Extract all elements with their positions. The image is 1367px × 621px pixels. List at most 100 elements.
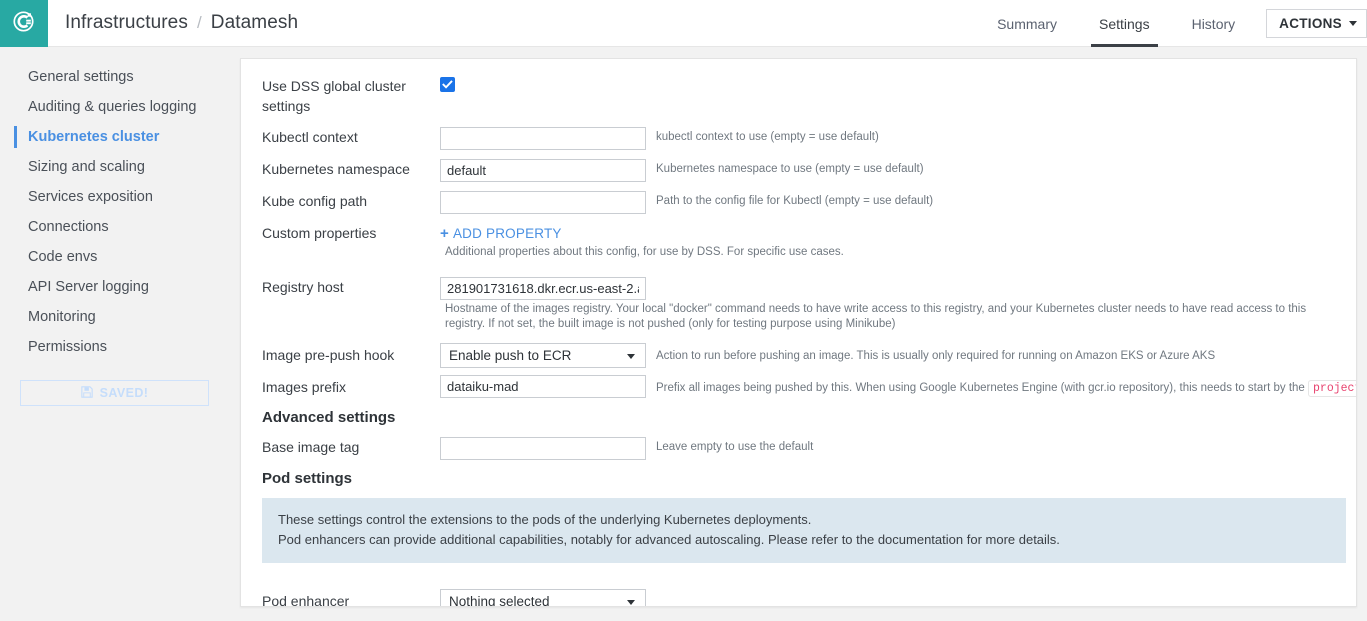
image-prepush-hook-value: Enable push to ECR [449, 348, 572, 363]
sidebar-item-sizing-and-scaling[interactable]: Sizing and scaling [0, 152, 229, 182]
chevron-down-icon [627, 353, 635, 359]
sidebar-item-kubernetes-cluster[interactable]: Kubernetes cluster [0, 122, 229, 152]
field-row-pod-enhancer: Pod enhancer Nothing selected [241, 589, 1356, 607]
use-global-settings-checkbox-wrap [440, 76, 455, 95]
sidebar-item-connections[interactable]: Connections [0, 212, 229, 242]
field-row-custom-properties: Custom properties + ADD PROPERTY [241, 223, 1356, 243]
chevron-down-icon [627, 599, 635, 605]
breadcrumb-separator: / [196, 13, 202, 32]
actions-button[interactable]: ACTIONS [1266, 8, 1367, 38]
base-image-tag-control [440, 437, 646, 460]
page-body: General settings Auditing & queries logg… [0, 47, 1367, 621]
registry-host-input[interactable] [440, 277, 646, 300]
breadcrumb-infrastructures[interactable]: Infrastructures [65, 12, 188, 34]
custom-properties-help: Additional properties about this config,… [445, 246, 844, 258]
images-prefix-label: Images prefix [262, 379, 347, 395]
kubernetes-namespace-control [440, 159, 646, 182]
pod-settings-heading: Pod settings [262, 470, 353, 487]
custom-properties-label: Custom properties [262, 225, 377, 241]
images-prefix-input[interactable] [440, 375, 646, 398]
kube-config-path-label: Kube config path [262, 193, 368, 209]
image-prepush-hook-label: Image pre-push hook [262, 347, 395, 363]
base-image-tag-help: Leave empty to use the default [656, 441, 814, 453]
tab-history[interactable]: History [1171, 0, 1257, 47]
top-header-bar: Infrastructures / Datamesh Summary Setti… [0, 0, 1367, 47]
pod-enhancer-control: Nothing selected [440, 589, 646, 607]
pod-enhancer-value: Nothing selected [449, 594, 550, 607]
sidebar-item-label: Permissions [28, 339, 107, 355]
registry-host-help-row: Hostname of the images registry. Your lo… [241, 302, 1356, 332]
registry-host-control [440, 277, 646, 300]
tab-settings[interactable]: Settings [1078, 0, 1171, 47]
tab-summary[interactable]: Summary [976, 0, 1078, 47]
custom-properties-control: + ADD PROPERTY [440, 223, 562, 243]
breadcrumb: Infrastructures / Datamesh [48, 0, 298, 46]
breadcrumb-datamesh[interactable]: Datamesh [211, 12, 298, 34]
kubernetes-namespace-input[interactable] [440, 159, 646, 182]
pod-settings-info-box: These settings control the extensions to… [262, 498, 1346, 563]
image-prepush-hook-help: Action to run before pushing an image. T… [656, 350, 1216, 362]
pod-settings-info-line-1: These settings control the extensions to… [278, 512, 812, 527]
use-global-settings-label: Use DSS global cluster settings [262, 78, 406, 114]
kube-config-path-control [440, 191, 646, 214]
sidebar-item-api-server-logging[interactable]: API Server logging [0, 272, 229, 302]
settings-panel: Use DSS global cluster settings Kubectl … [240, 58, 1357, 607]
use-global-settings-checkbox[interactable] [440, 77, 455, 92]
kubectl-context-control [440, 127, 646, 150]
field-row-registry-host: Registry host [241, 277, 1356, 300]
field-row-base-image-tag: Base image tag Leave empty to use the de… [241, 437, 1356, 460]
sidebar-item-label: API Server logging [28, 279, 149, 295]
sidebar-item-monitoring[interactable]: Monitoring [0, 302, 229, 332]
sidebar-item-label: Kubernetes cluster [28, 129, 160, 145]
floppy-disk-icon [80, 385, 93, 401]
sidebar-item-auditing-queries-logging[interactable]: Auditing & queries logging [0, 92, 229, 122]
sidebar-item-permissions[interactable]: Permissions [0, 332, 229, 362]
advanced-settings-heading: Advanced settings [262, 409, 396, 426]
field-row-kubernetes-namespace: Kubernetes namespace Kubernetes namespac… [241, 159, 1356, 182]
field-row-image-prepush-hook: Image pre-push hook Enable push to ECR A… [241, 343, 1356, 368]
settings-sidebar: General settings Auditing & queries logg… [0, 47, 229, 621]
add-property-label: ADD PROPERTY [452, 225, 562, 241]
sidebar-item-code-envs[interactable]: Code envs [0, 242, 229, 272]
dataiku-logo-icon [11, 8, 37, 39]
kubernetes-namespace-help: Kubernetes namespace to use (empty = use… [656, 163, 924, 175]
pod-enhancer-label: Pod enhancer [262, 593, 350, 607]
registry-host-label: Registry host [262, 279, 344, 295]
add-property-button[interactable]: + ADD PROPERTY [440, 223, 562, 243]
kubernetes-namespace-label: Kubernetes namespace [262, 161, 410, 177]
field-row-use-global-settings: Use DSS global cluster settings [241, 76, 1356, 116]
sidebar-item-label: Sizing and scaling [28, 159, 145, 175]
kube-config-path-input[interactable] [440, 191, 646, 214]
project-name-code: project-name/ [1308, 380, 1356, 397]
kubectl-context-help: kubectl context to use (empty = use defa… [656, 131, 879, 143]
sidebar-item-label: Connections [28, 219, 109, 235]
images-prefix-help-text: Prefix all images being pushed by this. … [656, 382, 1305, 394]
app-logo[interactable] [0, 0, 48, 47]
kubernetes-cluster-form: Use DSS global cluster settings Kubectl … [241, 59, 1356, 607]
actions-button-label: ACTIONS [1279, 15, 1342, 31]
registry-host-help: Hostname of the images registry. Your lo… [445, 303, 1307, 330]
sidebar-item-services-exposition[interactable]: Services exposition [0, 182, 229, 212]
top-navigation: Summary Settings History ACTIONS [976, 0, 1367, 47]
kubectl-context-input[interactable] [440, 127, 646, 150]
custom-properties-help-row: Additional properties about this config,… [241, 245, 1356, 265]
base-image-tag-input[interactable] [440, 437, 646, 460]
save-button[interactable]: SAVED! [20, 380, 209, 406]
field-row-kube-config-path: Kube config path Path to the config file… [241, 191, 1356, 214]
pod-settings-info-line-2: Pod enhancers can provide additional cap… [278, 532, 1060, 547]
pod-enhancer-select[interactable]: Nothing selected [440, 589, 646, 607]
sidebar-item-label: Auditing & queries logging [28, 99, 197, 115]
sidebar-item-label: Code envs [28, 249, 98, 265]
save-button-label: SAVED! [99, 386, 149, 400]
kubectl-context-label: Kubectl context [262, 129, 358, 145]
image-prepush-hook-select[interactable]: Enable push to ECR [440, 343, 646, 368]
sidebar-item-general-settings[interactable]: General settings [0, 62, 229, 92]
sidebar-item-label: Monitoring [28, 309, 96, 325]
chevron-down-icon [1349, 20, 1357, 26]
field-row-images-prefix: Images prefix Prefix all images being pu… [241, 375, 1356, 399]
sidebar-item-label: Services exposition [28, 189, 153, 205]
kube-config-path-help: Path to the config file for Kubectl (emp… [656, 195, 934, 207]
sidebar-item-label: General settings [28, 69, 134, 85]
field-row-kubectl-context: Kubectl context kubectl context to use (… [241, 127, 1356, 150]
images-prefix-control [440, 375, 646, 398]
